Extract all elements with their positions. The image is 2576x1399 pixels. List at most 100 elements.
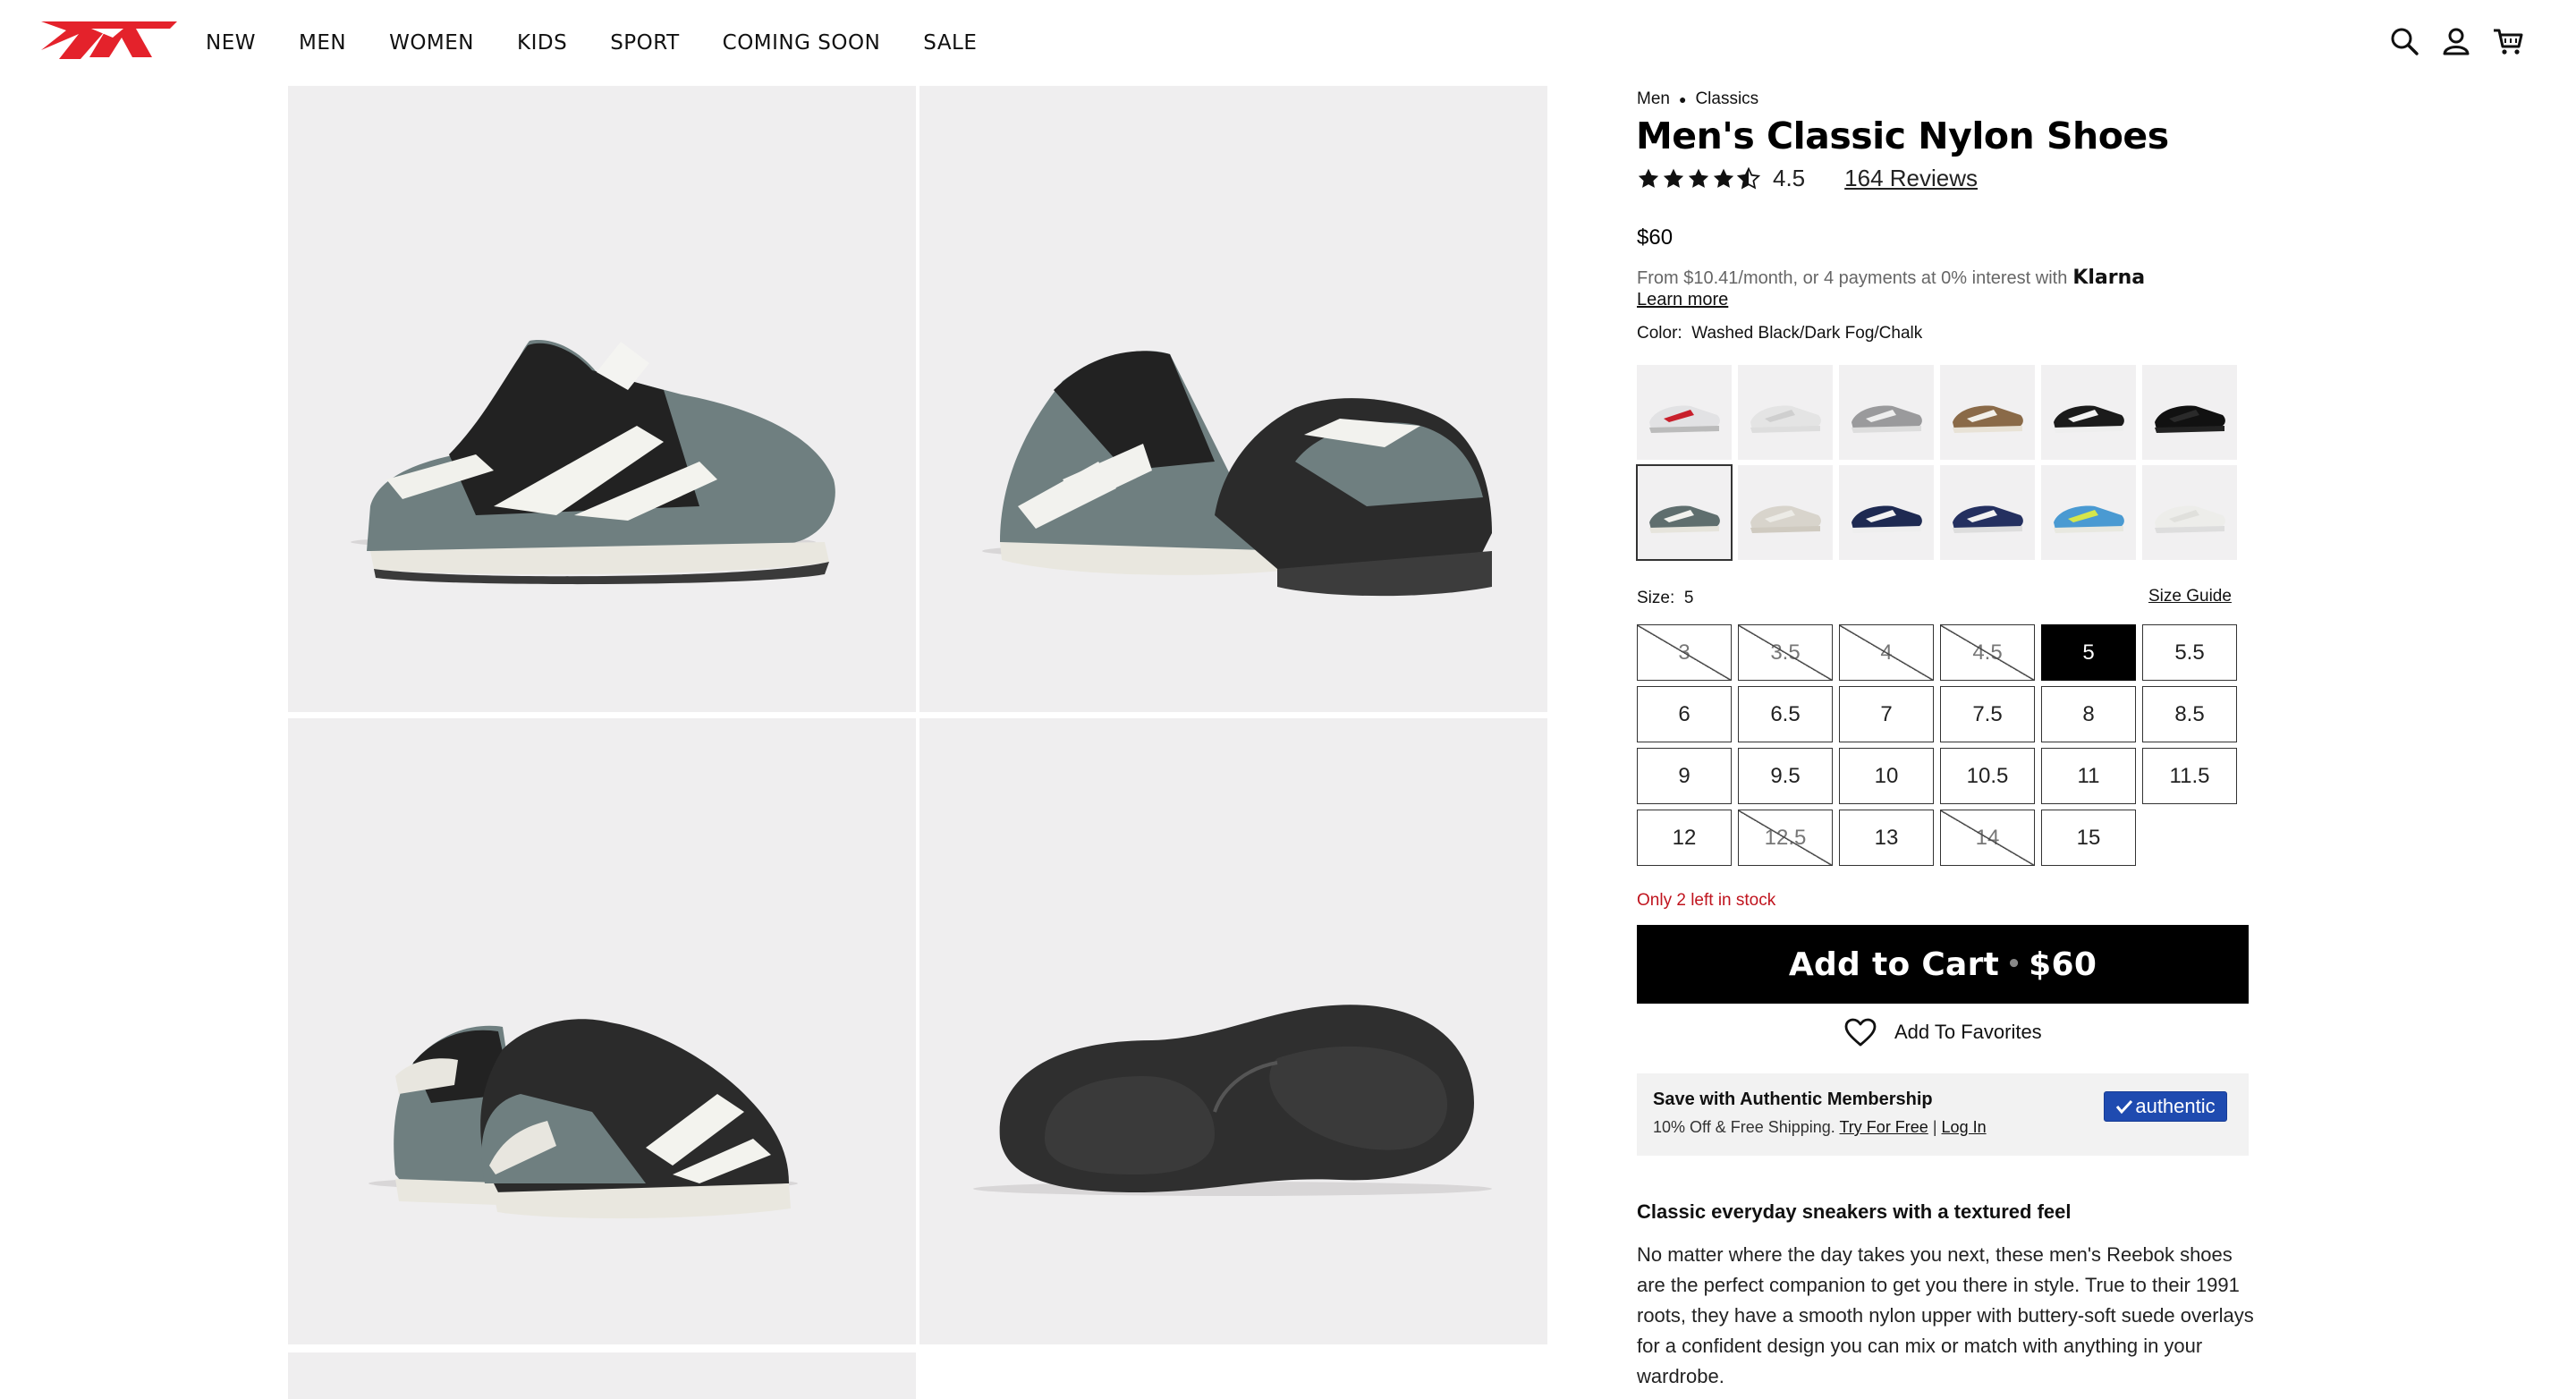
- description-body: No matter where the day takes you next, …: [1637, 1243, 2254, 1387]
- nav-women[interactable]: WOMEN: [389, 27, 474, 59]
- size-option-unavailable[interactable]: 4.5: [1940, 624, 2035, 681]
- search-icon[interactable]: [2388, 25, 2420, 57]
- rating-value: 4.5: [1773, 165, 1806, 191]
- color-swatch[interactable]: [2041, 465, 2136, 560]
- size-option[interactable]: 7: [1839, 686, 1934, 742]
- nav-sale[interactable]: SALE: [923, 27, 977, 59]
- breadcrumb: Men ● Classics: [1637, 89, 1758, 109]
- size-option[interactable]: 9.5: [1738, 748, 1833, 804]
- product-image-side[interactable]: [288, 86, 916, 712]
- color-swatch[interactable]: [1839, 465, 1934, 560]
- color-label-value: Washed Black/Dark Fog/Chalk: [1691, 324, 1923, 343]
- product-price: $60: [1637, 225, 1674, 250]
- nav-sport[interactable]: SPORT: [610, 27, 679, 59]
- star-icon: [1688, 168, 1709, 188]
- size-option-unavailable[interactable]: 3: [1637, 624, 1732, 681]
- color-swatch[interactable]: [2041, 365, 2136, 460]
- star-icon: [1663, 168, 1684, 188]
- breadcrumb-classics[interactable]: Classics: [1695, 89, 1758, 109]
- size-guide-link[interactable]: Size Guide: [2148, 587, 2232, 606]
- klarna-logo: Klarna: [2072, 267, 2146, 289]
- breadcrumb-separator: ●: [1678, 92, 1687, 106]
- size-option[interactable]: 10: [1839, 748, 1934, 804]
- size-option[interactable]: 8: [2041, 686, 2136, 742]
- size-option-unavailable[interactable]: 4: [1839, 624, 1934, 681]
- nav-kids[interactable]: KIDS: [517, 27, 567, 59]
- reviews-link[interactable]: 164 Reviews: [1844, 165, 1978, 192]
- product-image-sole[interactable]: [919, 718, 1547, 1344]
- half-star-icon: [1737, 166, 1760, 190]
- authentic-check-icon: [2116, 1099, 2133, 1115]
- reebok-logo[interactable]: [39, 18, 179, 64]
- membership-text: 10% Off & Free Shipping. Try For Free | …: [1653, 1118, 1987, 1137]
- color-swatch[interactable]: [1839, 365, 1934, 460]
- size-option[interactable]: 9: [1637, 748, 1732, 804]
- authentic-badge[interactable]: authentic: [2104, 1091, 2227, 1122]
- color-swatch-selected[interactable]: [1636, 464, 1733, 561]
- size-option[interactable]: 11.5: [2142, 748, 2237, 804]
- color-swatch[interactable]: [1738, 365, 1833, 460]
- add-to-favorites-button[interactable]: Add To Favorites: [1844, 1018, 2042, 1047]
- rating-row: 4.5 164 Reviews: [1637, 165, 1978, 192]
- add-to-cart-label: Add to Cart: [1788, 945, 2000, 983]
- learn-more-link[interactable]: Learn more: [1637, 290, 1728, 310]
- breadcrumb-men[interactable]: Men: [1637, 89, 1670, 109]
- product-image-pair-front[interactable]: [919, 86, 1547, 712]
- add-to-cart-price: $60: [2029, 945, 2097, 983]
- rating-stars: [1637, 166, 1760, 191]
- size-grid: 3 3.5 4 4.5 5 5.5 6 6.5 7 7.5 8 8.5 9 9.…: [1637, 624, 2238, 866]
- add-to-cart-separator: •: [2006, 951, 2022, 978]
- size-option-selected[interactable]: 5: [2041, 624, 2136, 681]
- product-title: Men's Classic Nylon Shoes: [1636, 114, 2169, 157]
- log-in-link[interactable]: Log In: [1942, 1118, 1987, 1136]
- nav-men[interactable]: MEN: [299, 27, 346, 59]
- size-option[interactable]: 10.5: [1940, 748, 2035, 804]
- nav-coming-soon[interactable]: COMING SOON: [723, 27, 881, 59]
- authentic-badge-label: authentic: [2135, 1095, 2216, 1117]
- size-label-key: Size:: [1637, 589, 1675, 607]
- color-swatch[interactable]: [2142, 465, 2237, 560]
- product-image-more[interactable]: [288, 1352, 916, 1399]
- heart-icon: [1844, 1018, 1877, 1047]
- color-label-key: Color:: [1637, 324, 1682, 343]
- try-for-free-link[interactable]: Try For Free: [1839, 1118, 1928, 1136]
- color-swatch[interactable]: [2142, 365, 2237, 460]
- klarna-text: From $10.41/month, or 4 payments at 0% i…: [1637, 268, 2068, 288]
- color-swatch[interactable]: [1940, 365, 2035, 460]
- account-icon[interactable]: [2440, 25, 2472, 57]
- color-swatch[interactable]: [1940, 465, 2035, 560]
- nav-new[interactable]: NEW: [206, 27, 256, 59]
- size-option[interactable]: 6.5: [1738, 686, 1833, 742]
- size-option[interactable]: 6: [1637, 686, 1732, 742]
- membership-title: Save with Authentic Membership: [1653, 1090, 1933, 1109]
- color-swatch[interactable]: [1738, 465, 1833, 560]
- size-option[interactable]: 15: [2041, 810, 2136, 866]
- size-option[interactable]: 12: [1637, 810, 1732, 866]
- size-option[interactable]: 7.5: [1940, 686, 2035, 742]
- size-option-unavailable[interactable]: 12.5: [1738, 810, 1833, 866]
- main-nav: NEW MEN WOMEN KIDS SPORT COMING SOON SAL…: [206, 27, 1020, 59]
- site-header: NEW MEN WOMEN KIDS SPORT COMING SOON SAL…: [0, 0, 2576, 86]
- size-label: Size: 5: [1637, 589, 1693, 608]
- klarna-installments: From $10.41/month, or 4 payments at 0% i…: [1637, 267, 2145, 289]
- product-image-pair-back[interactable]: [288, 718, 916, 1344]
- stock-notice: Only 2 left in stock: [1637, 891, 1776, 910]
- size-option[interactable]: 11: [2041, 748, 2136, 804]
- membership-banner: Save with Authentic Membership 10% Off &…: [1637, 1073, 2249, 1156]
- add-to-cart-button[interactable]: Add to Cart • $60: [1637, 925, 2249, 1004]
- size-option[interactable]: 13: [1839, 810, 1934, 866]
- color-swatch[interactable]: [1637, 365, 1732, 460]
- size-label-value: 5: [1683, 589, 1694, 607]
- star-icon: [1638, 168, 1659, 188]
- size-option-unavailable[interactable]: 3.5: [1738, 624, 1833, 681]
- membership-benefit: 10% Off & Free Shipping.: [1653, 1118, 1835, 1136]
- membership-divider: |: [1932, 1118, 1937, 1136]
- color-swatches: [1636, 365, 2238, 561]
- color-label: Color: Washed Black/Dark Fog/Chalk: [1637, 324, 1922, 343]
- cart-icon[interactable]: [2492, 25, 2524, 57]
- size-option[interactable]: 8.5: [2142, 686, 2237, 742]
- size-option-unavailable[interactable]: 14: [1940, 810, 2035, 866]
- add-to-favorites-label: Add To Favorites: [1894, 1021, 2042, 1043]
- star-icon: [1713, 168, 1734, 188]
- size-option[interactable]: 5.5: [2142, 624, 2237, 681]
